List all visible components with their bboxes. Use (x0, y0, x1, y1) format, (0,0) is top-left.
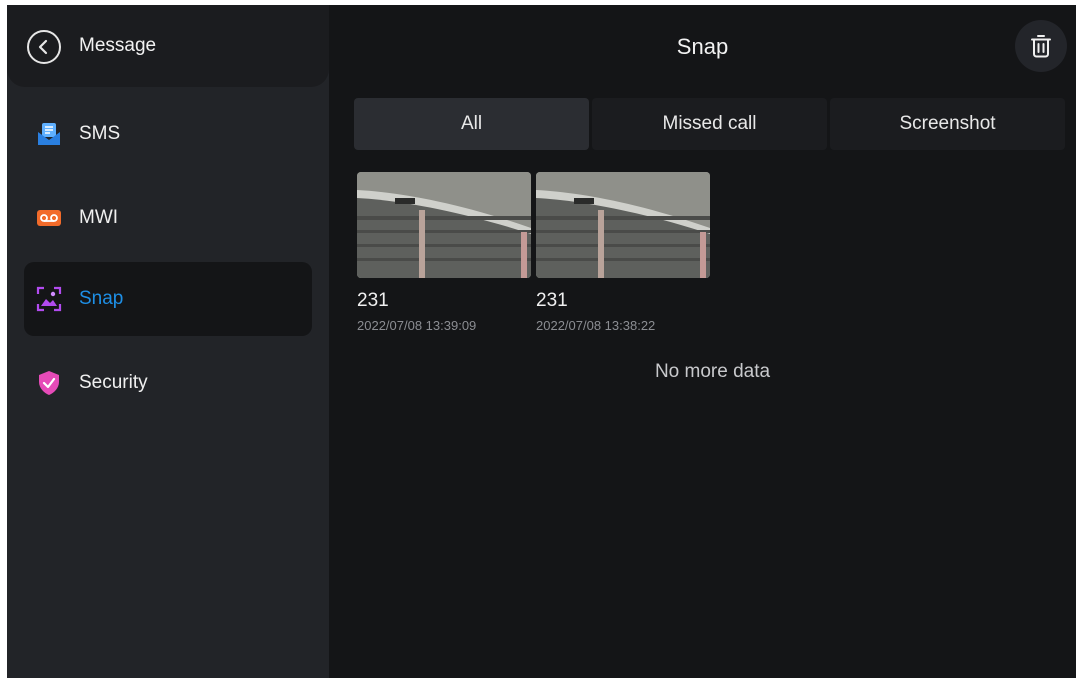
sidebar-item-label: MWI (79, 207, 119, 228)
snap-card[interactable]: 231 2022/07/08 13:39:09 (357, 172, 531, 333)
tab-missed-call[interactable]: Missed call (592, 98, 827, 150)
snap-thumbnail[interactable] (536, 172, 710, 278)
sidebar-item-label: Security (79, 372, 148, 393)
snap-icon (36, 286, 62, 312)
sidebar: Message SMS MWI Snap Security (7, 5, 329, 678)
no-more-data-label: No more data (654, 361, 771, 382)
delete-button[interactable] (1015, 20, 1067, 72)
snap-image (357, 172, 531, 278)
snap-title: 231 (357, 290, 389, 311)
shield-icon (39, 371, 59, 395)
sidebar-title: Message (79, 35, 157, 56)
snap-timestamp: 2022/07/08 13:38:22 (536, 318, 656, 333)
sidebar-item-sms[interactable]: SMS (24, 97, 312, 171)
sidebar-item-mwi[interactable]: MWI (24, 181, 312, 255)
snap-thumbnail[interactable] (357, 172, 531, 278)
tab-screenshot[interactable]: Screenshot (830, 98, 1065, 150)
sms-icon (38, 123, 60, 145)
snap-card[interactable]: 231 2022/07/08 13:38:22 (536, 172, 710, 333)
snap-timestamp: 2022/07/08 13:39:09 (357, 318, 477, 333)
page-title: Snap (676, 34, 729, 59)
snap-image (536, 172, 710, 278)
back-button[interactable] (27, 30, 61, 64)
tab-all[interactable]: All (354, 98, 589, 150)
trash-icon (1031, 35, 1051, 58)
sidebar-item-label: Snap (79, 288, 124, 309)
chevron-left-icon (38, 39, 48, 55)
sidebar-item-snap[interactable]: Snap (24, 262, 312, 336)
voicemail-icon (37, 210, 61, 226)
sidebar-header: Message (7, 5, 329, 87)
sidebar-item-label: SMS (79, 123, 121, 144)
main-panel: Snap All Missed call Screenshot 231 2022… (329, 5, 1076, 678)
app-screen: Message SMS MWI Snap Security Snap All M… (7, 5, 1076, 678)
filter-tabs: All Missed call Screenshot (354, 98, 1065, 150)
snap-title: 231 (536, 290, 568, 311)
sidebar-item-security[interactable]: Security (24, 346, 312, 420)
